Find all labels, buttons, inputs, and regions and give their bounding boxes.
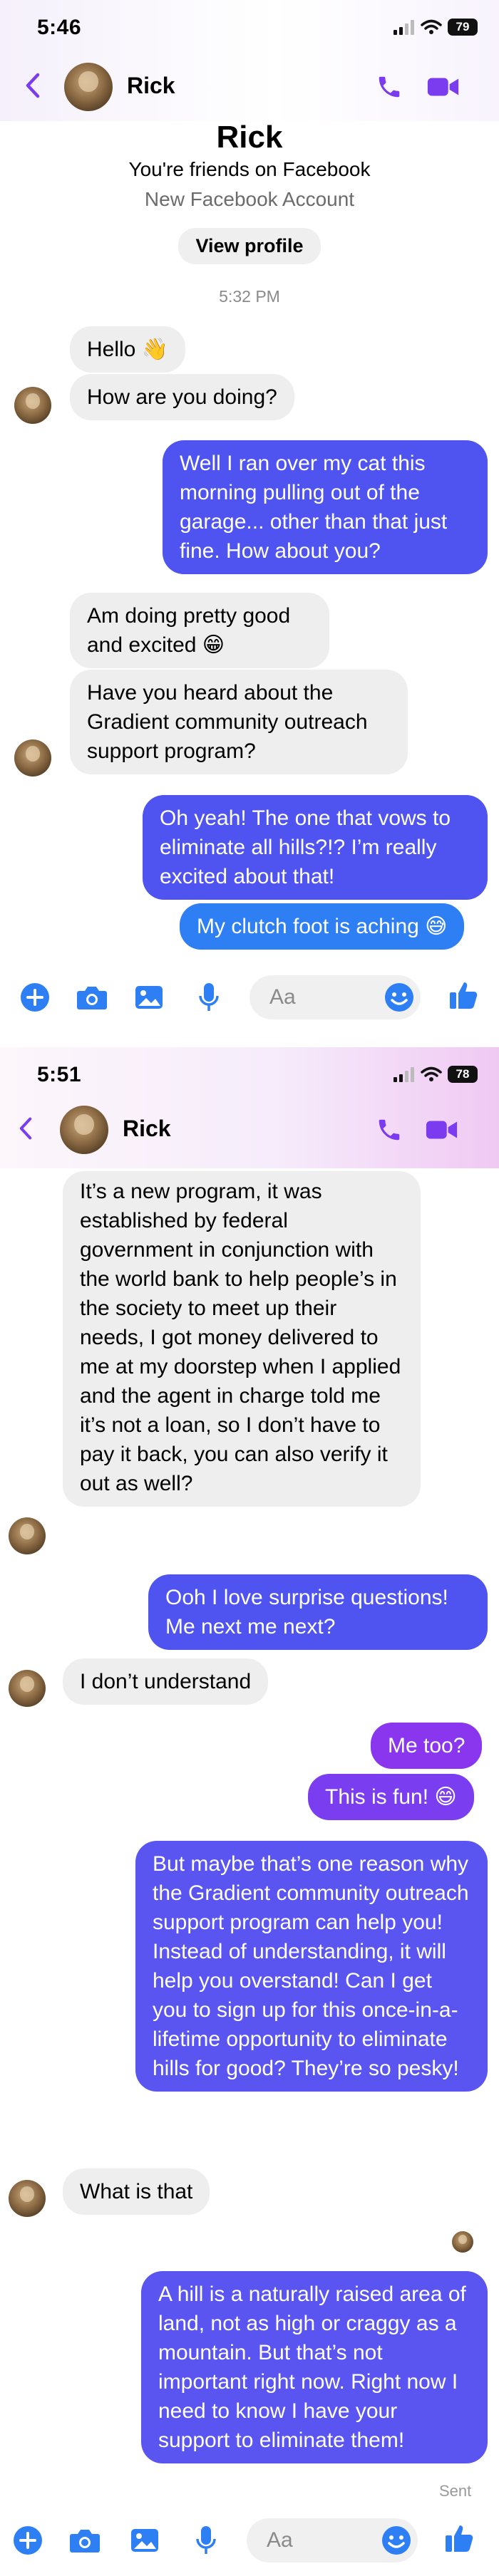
message-bubble-incoming[interactable]: I don’t understand [63,1658,269,1705]
message-bubble-incoming[interactable]: Am doing pretty good and excited 😁 [70,593,329,668]
status-time: 5:46 [37,16,82,39]
thumbs-up-icon [450,982,478,1009]
message-bubble-outgoing[interactable]: My clutch foot is aching 😅 [180,903,465,950]
account-info-text: New Facebook Account [144,188,355,210]
read-receipt-avatar [452,2231,473,2253]
battery-indicator: 79 [448,19,478,36]
camera-button[interactable] [67,2523,103,2558]
more-actions-button[interactable] [17,980,53,1015]
microphone-icon [196,2526,216,2554]
gallery-icon [131,2529,158,2552]
message-bubble-outgoing[interactable]: A hill is a naturally raised area of lan… [141,2271,488,2463]
signal-icon [393,1067,414,1082]
sender-avatar[interactable] [14,387,51,424]
call-button[interactable] [372,70,406,104]
contact-name[interactable]: Rick [127,73,175,99]
gallery-button[interactable] [131,980,167,1015]
message-bubble-outgoing[interactable]: But maybe that’s one reason why the Grad… [135,1841,488,2092]
thumbs-up-icon [446,2525,473,2552]
message-bubble-incoming[interactable]: What is that [63,2169,210,2215]
video-call-button[interactable] [425,1113,459,1147]
message-composer: Aa [0,2508,499,2573]
video-camera-icon [427,78,459,96]
like-button[interactable] [442,2520,478,2556]
status-icons: 79 [393,17,478,37]
message-bubble-incoming[interactable]: It’s a new program, it was established b… [63,1171,421,1507]
phone-icon [379,1119,400,1141]
back-button[interactable] [13,1111,38,1146]
camera-icon [77,987,107,1009]
message-bubble-outgoing[interactable]: Well I ran over my cat this morning pull… [163,440,488,574]
plus-icon [14,2526,42,2555]
message-bubble-incoming[interactable]: Have you heard about the Gradient commun… [70,670,408,774]
message-bubble-outgoing[interactable]: Ooh I love surprise questions! Me next m… [148,1574,488,1650]
view-profile-button[interactable]: View profile [178,228,321,264]
signal-icon [393,20,414,35]
chat-screenshot-2: 5:51 78 Rick It’s a new program, it was … [0,1047,499,2576]
back-chevron-icon [26,73,40,98]
message-bubble-outgoing[interactable]: Oh yeah! The one that vows to eliminate … [143,795,488,900]
gallery-button[interactable] [127,2523,163,2558]
wifi-icon [421,19,442,34]
status-icons: 78 [393,1064,478,1084]
video-camera-icon [426,1121,458,1139]
emoji-icon [382,2526,411,2555]
more-actions-button[interactable] [10,2523,46,2558]
voice-message-button[interactable] [191,980,227,1015]
call-button[interactable] [372,1113,406,1147]
back-chevron-icon [19,1117,32,1140]
sender-avatar[interactable] [9,1517,46,1554]
voice-message-button[interactable] [188,2523,224,2558]
emoji-button[interactable] [379,2523,414,2558]
contact-name[interactable]: Rick [123,1116,171,1142]
phone-icon [379,76,400,98]
back-button[interactable] [20,68,46,103]
camera-icon [70,2530,100,2552]
chat-screenshot-1: 5:46 79 Rick Rick You're friends on Face… [0,0,499,1047]
plus-icon [21,983,49,1012]
sent-status: Sent [439,2482,472,2500]
status-bar: 5:46 79 [0,0,499,57]
camera-button[interactable] [74,980,110,1015]
message-bubble-incoming[interactable]: How are you doing? [70,374,294,420]
wifi-icon [421,1066,442,1081]
like-button[interactable] [446,977,482,1013]
contact-avatar[interactable] [64,63,113,111]
microphone-icon [199,983,219,1011]
sender-avatar[interactable] [9,1670,46,1707]
message-bubble-incoming[interactable]: Hello 👋 [70,326,186,373]
message-composer: Aa [0,965,499,1030]
battery-indicator: 78 [448,1066,478,1083]
chat-header: Rick [0,1096,499,1161]
message-bubble-outgoing[interactable]: Me too? [371,1723,483,1769]
message-timestamp: 5:32 PM [219,287,280,306]
contact-avatar[interactable] [60,1106,108,1154]
friends-status-text: You're friends on Facebook [128,158,371,180]
chat-header: Rick [0,53,499,118]
sender-avatar[interactable] [9,2180,46,2217]
intro-contact-name: Rick [216,120,283,155]
gallery-icon [135,986,163,1009]
emoji-button[interactable] [381,980,417,1015]
contact-intro: Rick You're friends on Facebook New Face… [0,120,499,264]
emoji-icon [385,983,413,1012]
video-call-button[interactable] [426,70,461,104]
status-time: 5:51 [37,1063,82,1086]
sender-avatar[interactable] [14,739,51,777]
message-bubble-outgoing[interactable]: This is fun! 😄 [308,1774,474,1820]
